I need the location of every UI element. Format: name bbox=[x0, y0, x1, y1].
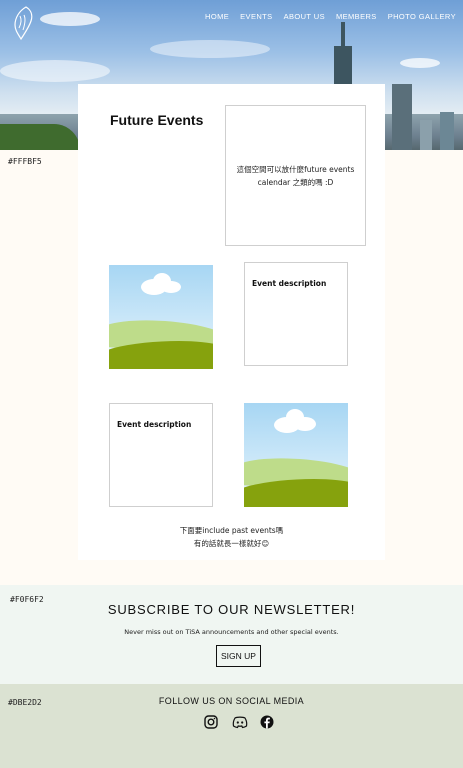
nav-item-events[interactable]: EVENTS bbox=[240, 12, 272, 21]
events-card: Future Events 這個空間可以放什麼future events cal… bbox=[78, 84, 385, 560]
nav-item-about-us[interactable]: ABOUT US bbox=[284, 12, 325, 21]
social-section: #DBE2D2 FOLLOW US ON SOCIAL MEDIA bbox=[0, 684, 463, 768]
calendar-placeholder-text: 這個空間可以放什麼future events calendar 之類的嗎 :D bbox=[236, 164, 355, 187]
nav-item-members[interactable]: MEMBERS bbox=[336, 12, 377, 21]
discord-icon[interactable] bbox=[232, 714, 248, 729]
newsletter-heading: SUBSCRIBE TO OUR NEWSLETTER! bbox=[107, 602, 356, 617]
tower-spire bbox=[341, 22, 345, 48]
event-description-label: Event description bbox=[252, 279, 327, 288]
taiwan-map-icon[interactable] bbox=[12, 6, 34, 40]
nav-item-home[interactable]: HOME bbox=[205, 12, 229, 21]
social-heading: FOLLOW US ON SOCIAL MEDIA bbox=[158, 696, 305, 706]
event-image-placeholder[interactable] bbox=[109, 265, 213, 369]
note-line: 下面要include past events嗎 bbox=[179, 526, 284, 535]
page-bg-swatch-label: #FFFBF5 bbox=[8, 157, 42, 166]
building bbox=[420, 120, 432, 150]
building bbox=[440, 112, 454, 150]
cloud bbox=[161, 281, 181, 293]
event-description-box[interactable]: Event description bbox=[109, 403, 213, 507]
past-events-note: 下面要include past events嗎 有的話就長一樣就好😊 bbox=[78, 524, 385, 550]
social-icons bbox=[204, 714, 274, 729]
hill bbox=[244, 479, 348, 507]
newsletter-text: Never miss out on TiSA announcements and… bbox=[124, 628, 339, 636]
trees bbox=[0, 124, 80, 150]
main-nav: HOME EVENTS ABOUT US MEMBERS PHOTO GALLE… bbox=[205, 12, 456, 21]
cloud bbox=[150, 40, 270, 58]
building bbox=[392, 84, 412, 150]
cloud bbox=[0, 60, 110, 82]
facebook-icon[interactable] bbox=[260, 714, 274, 729]
page-title: Future Events bbox=[110, 112, 204, 128]
instagram-icon[interactable] bbox=[204, 714, 218, 729]
cloud bbox=[400, 58, 440, 68]
note-line: 有的話就長一樣就好😊 bbox=[193, 539, 270, 548]
sign-up-button[interactable]: SIGN UP bbox=[216, 645, 261, 667]
events-calendar-placeholder: 這個空間可以放什麼future events calendar 之類的嗎 :D bbox=[225, 105, 366, 246]
newsletter-section: #F0F6F2 SUBSCRIBE TO OUR NEWSLETTER! Nev… bbox=[0, 585, 463, 684]
event-image-placeholder[interactable] bbox=[244, 403, 348, 507]
cloud bbox=[294, 417, 316, 431]
event-description-box[interactable]: Event description bbox=[244, 262, 348, 366]
nav-item-photo-gallery[interactable]: PHOTO GALLERY bbox=[388, 12, 456, 21]
hill bbox=[109, 341, 213, 369]
event-description-label: Event description bbox=[117, 420, 192, 429]
cloud bbox=[40, 12, 100, 26]
